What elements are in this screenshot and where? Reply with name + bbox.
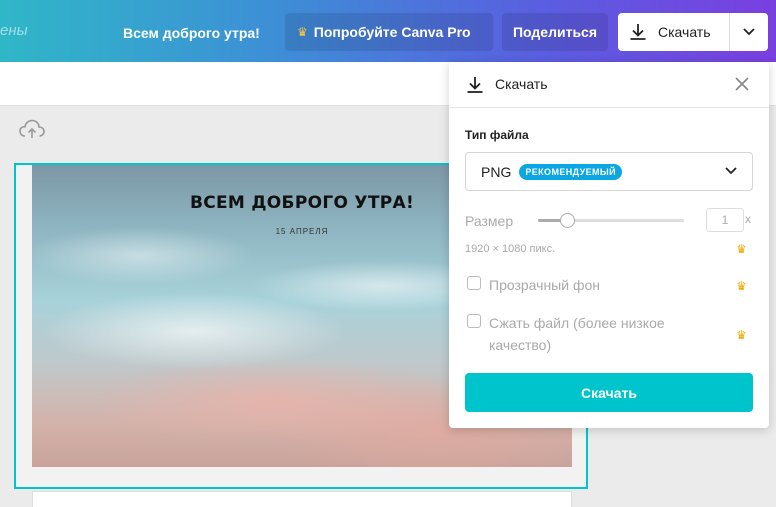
crown-icon: ♛ (736, 328, 747, 342)
transparent-bg-option[interactable]: Прозрачный фон (467, 274, 600, 296)
top-bar: ены Всем доброго утра! ♛ Попробуйте Canv… (0, 0, 776, 62)
download-panel-header: Скачать (449, 62, 769, 108)
download-button-group: Скачать (618, 13, 768, 51)
compress-file-checkbox[interactable] (467, 314, 481, 328)
size-slider[interactable] (538, 213, 684, 228)
size-slider-thumb[interactable] (560, 213, 576, 228)
compress-file-option[interactable]: Сжать файл (более низкое качество) (467, 312, 665, 356)
cloud-upload-icon[interactable] (18, 117, 46, 141)
download-panel-title: Скачать (495, 76, 548, 92)
transparent-bg-label[interactable]: Прозрачный фон (489, 274, 600, 296)
download-panel: Скачать Тип файла PNG РЕКОМЕНДУЕМЫЙ Разм… (449, 62, 769, 428)
document-title[interactable]: Всем доброго утра! (113, 16, 270, 50)
size-input[interactable]: 1 (706, 208, 744, 232)
next-page-preview (32, 491, 572, 507)
crown-icon: ♛ (736, 242, 747, 256)
file-type-label: Тип файла (465, 128, 529, 142)
download-dropdown-toggle[interactable] (730, 13, 768, 51)
try-canva-pro-button[interactable]: ♛ Попробуйте Canva Pro (285, 13, 493, 51)
compress-file-label-line2: качество) (489, 337, 552, 353)
chevron-down-icon (725, 167, 737, 175)
share-label: Поделиться (512, 24, 598, 40)
crown-icon: ♛ (736, 279, 747, 293)
size-multiplier-suffix: x (745, 212, 751, 226)
file-type-select[interactable]: PNG РЕКОМЕНДУЕМЫЙ (465, 152, 753, 191)
share-button[interactable]: Поделиться (502, 13, 608, 51)
transparent-bg-checkbox[interactable] (467, 276, 481, 290)
compress-file-label-line1: Сжать файл (более низкое (489, 315, 665, 331)
crown-icon: ♛ (297, 25, 308, 39)
download-icon (467, 77, 483, 93)
try-canva-pro-label: Попробуйте Canva Pro (313, 24, 471, 40)
size-label: Размер (465, 213, 514, 229)
download-confirm-button[interactable]: Скачать (465, 373, 753, 412)
file-type-value: PNG (481, 163, 512, 180)
dimensions-text: 1920 × 1080 пикс. (465, 243, 556, 255)
download-button[interactable]: Скачать (618, 13, 730, 51)
compress-file-label[interactable]: Сжать файл (более низкое качество) (489, 312, 665, 356)
download-icon (630, 24, 646, 40)
chevron-down-icon (743, 28, 755, 36)
faded-menu-text[interactable]: ены (0, 22, 28, 39)
close-icon[interactable] (733, 75, 751, 93)
recommended-badge: РЕКОМЕНДУЕМЫЙ (519, 163, 622, 180)
download-button-label: Скачать (658, 24, 711, 40)
download-confirm-label: Скачать (581, 384, 637, 401)
